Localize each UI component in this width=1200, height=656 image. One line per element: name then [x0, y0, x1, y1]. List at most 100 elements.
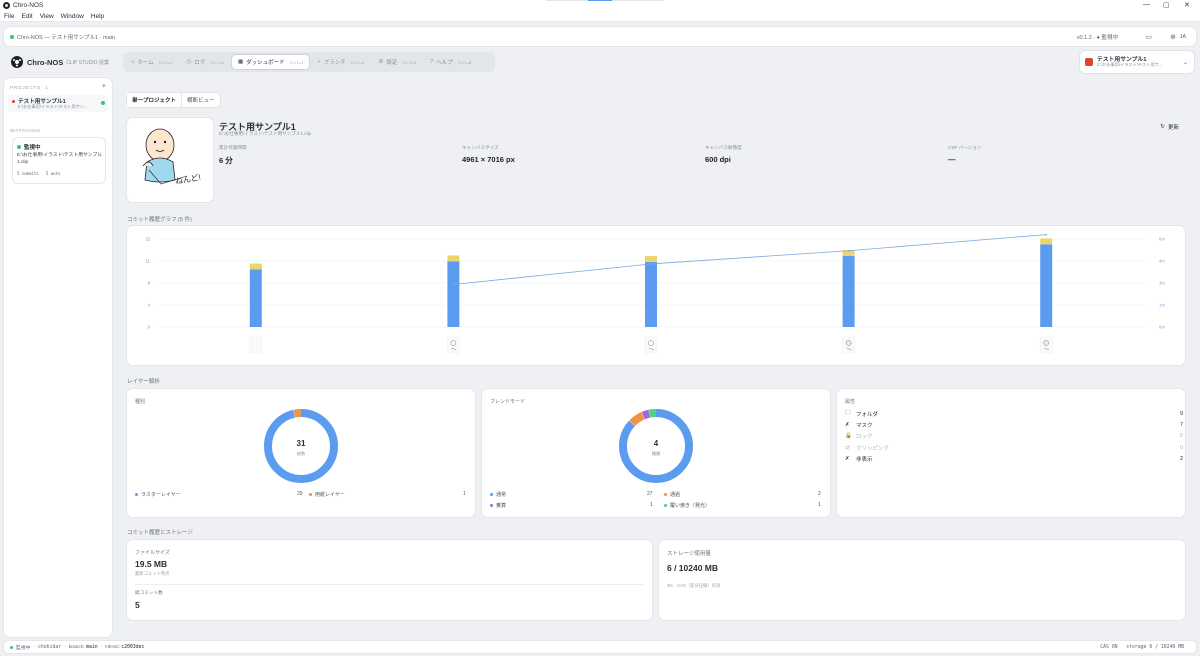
app-name: Chro-NOS [27, 57, 64, 67]
project-icon [1085, 58, 1093, 66]
project-path: E:\お仕事用\イラスト\テスト用サンプル1.clip [219, 131, 312, 136]
meta-worktime: 累計作業時間 6 分 [219, 145, 247, 165]
minimize-button[interactable]: — [1143, 1, 1150, 8]
tab-home[interactable]: ⌂ ホーム Ctrl+1 [125, 55, 178, 69]
legend-normal: 通常 [490, 491, 506, 498]
menu-file[interactable]: File [4, 13, 14, 20]
sidebar-project-item[interactable]: テスト用サンプル1 E:\お仕事用\イラスト\テスト用サン... [8, 95, 108, 112]
watch-path: E:\お仕事用\イラスト\テスト用サンプル1.clip [17, 153, 103, 166]
storage-usage-label: ストレージ使用量 [667, 551, 711, 557]
attribute-count: 0 [1179, 444, 1183, 451]
dashboard-icon: ▦ [237, 59, 244, 65]
folder-icon: 🗀 [845, 410, 851, 416]
file-size-point[interactable] [847, 249, 850, 252]
commit-bar[interactable] [645, 261, 657, 327]
y2-tick-label: 3m [1159, 281, 1165, 286]
blend-mode-total-label: 種類 [651, 451, 661, 456]
commit-bar-delta[interactable] [249, 263, 262, 270]
watch-active-dot [101, 101, 105, 105]
globe-icon[interactable]: ⊕ [1170, 33, 1176, 41]
top-status-strip: Chro-NOS — テスト用サンプル1 · main v0.1.2 · ● 監… [4, 27, 1196, 46]
layer-type-total-label: 総数 [296, 451, 306, 456]
y2-tick-label: 0m [1159, 325, 1165, 330]
sidebar-project-path: E:\お仕事用\イラスト\テスト用サン... [18, 104, 88, 109]
storage-usage-value: 6 / 10240 MB [667, 563, 719, 573]
watch-card[interactable]: 監視中 E:\お仕事用\イラスト\テスト用サンプル1.clip 5 commit… [13, 138, 105, 183]
project-selector-path: E:\お仕事用\イラスト\テスト用サ... [1097, 61, 1163, 67]
legend-multiply: 乗算 [490, 502, 506, 509]
gear-icon: ⚙ [378, 59, 384, 65]
view-compare-button[interactable]: 横断ビュー [182, 93, 220, 107]
attribute-count: 0 [1179, 433, 1183, 439]
blend-mode-total: 4 [653, 439, 659, 448]
menu-help[interactable]: Help [91, 13, 104, 20]
project-thumbnail: ねんど! [127, 118, 213, 202]
refresh-button[interactable]: ↻ 更新 [1160, 123, 1179, 131]
tab-help[interactable]: ? ヘルプ Ctrl+6 [424, 55, 477, 69]
attribute-count: 9 [1179, 410, 1183, 417]
commits-label: 総コミット数 [135, 590, 163, 595]
y-tick-label: 11 [146, 259, 151, 264]
tab-dashboard[interactable]: ▦ ダッシュボード Ctrl+3 [231, 55, 310, 69]
app-header: Chro-NOS CLIP STUDIO 授業 ⌂ ホーム Ctrl+1 ◷ ログ Ct… [4, 50, 1196, 74]
attribute-label: マスク [856, 422, 873, 429]
log-icon: ◷ [186, 59, 192, 65]
menu-edit[interactable]: Edit [21, 13, 32, 20]
menu-window[interactable]: Window [61, 13, 84, 20]
file-size-label: ファイルサイズ [135, 550, 170, 556]
commit-bar-delta[interactable] [645, 256, 657, 262]
file-size-point[interactable] [452, 283, 455, 286]
attribute-label: フォルダ [856, 411, 879, 418]
commit-bar-delta[interactable] [447, 255, 460, 262]
commit-thumbnail[interactable] [644, 336, 658, 354]
status-watcher: chokidar [38, 644, 62, 650]
commit-thumbnail[interactable] [447, 336, 460, 354]
lock-icon: 🔒 [845, 433, 852, 439]
maximize-button[interactable]: ▢ [1163, 1, 1170, 9]
commit-thumbnail[interactable] [1039, 336, 1053, 354]
commit-bar[interactable] [447, 261, 460, 327]
watch-status-dot [10, 645, 13, 649]
layer-analysis-label: レイヤー解析 [127, 379, 160, 385]
monitor-icon[interactable]: ▭ [1145, 33, 1152, 41]
add-project-button[interactable]: + [102, 83, 106, 90]
tab-branch[interactable]: ⑂ ブランチ Ctrl+4 [311, 55, 370, 69]
legend-raster: ラスターレイヤー [135, 491, 181, 498]
file-size-point[interactable] [1045, 233, 1048, 236]
file-size-card: ファイルサイズ 19.5 MB 最新コミット時点 総コミット数 5 [127, 540, 652, 620]
commit-bar-delta[interactable] [1040, 238, 1053, 245]
commit-bar[interactable] [249, 269, 262, 327]
breadcrumb: Chro-NOS — テスト用サンプル1 · main [17, 34, 115, 41]
legend-glow-dodge: 覆い焼き（発光） [664, 502, 710, 509]
menu-view[interactable]: View [40, 13, 54, 20]
y-tick-label: 15 [145, 237, 150, 242]
y2-tick-label: 4m [1159, 259, 1165, 264]
language-label[interactable]: JA [1180, 34, 1186, 40]
meta-dpi: キャンバス解像度 600 dpi [705, 145, 742, 164]
view-toggle: 単一プロジェクト 横断ビュー [127, 93, 220, 107]
tab-settings[interactable]: ⚙ 設定 Ctrl+5 [372, 55, 422, 69]
app-subtitle: CLIP STUDIO 授業 [66, 59, 109, 66]
commit-thumbnail[interactable] [842, 336, 855, 354]
attribute-row: 🗀 フォルダ 9 [845, 409, 1183, 418]
layer-type-total: 31 [296, 439, 306, 448]
attribute-row: ✗ マスク 7 [845, 421, 1183, 429]
watch-status: 監視中 [17, 143, 41, 151]
close-window-button[interactable]: ✕ [1184, 1, 1190, 9]
commit-bar[interactable] [1040, 244, 1053, 327]
storage-usage-sub: 3% · CAS（差分圧縮）有効 [667, 583, 721, 588]
layer-type-card: 種別 31 総数 ラスターレイヤー 29 用紙レイヤー 1 [127, 389, 475, 517]
tab-log[interactable]: ◷ ログ Ctrl+2 [180, 55, 230, 69]
commit-graph-card: 0 4 8 11 15 0m 1m 3m 4m 6m [127, 226, 1185, 365]
blend-mode-title: ブレンドモード [490, 399, 526, 405]
commit-graph-label: コミット履歴グラフ (5 件) [127, 217, 192, 223]
legend-pass: 通過 [664, 491, 680, 498]
thumbnail-illustration [142, 128, 188, 185]
view-single-button[interactable]: 単一プロジェクト [127, 93, 183, 107]
projects-heading: PROJECTS 1 [10, 85, 49, 90]
commit-thumbnail[interactable] [249, 336, 263, 354]
commit-bar[interactable] [842, 256, 855, 327]
legend-paper: 用紙レイヤー [309, 491, 345, 498]
project-selector[interactable]: テスト用サンプル1 E:\お仕事用\イラスト\テスト用サ... ⌄ [1080, 51, 1194, 73]
file-size-point[interactable] [650, 263, 652, 265]
